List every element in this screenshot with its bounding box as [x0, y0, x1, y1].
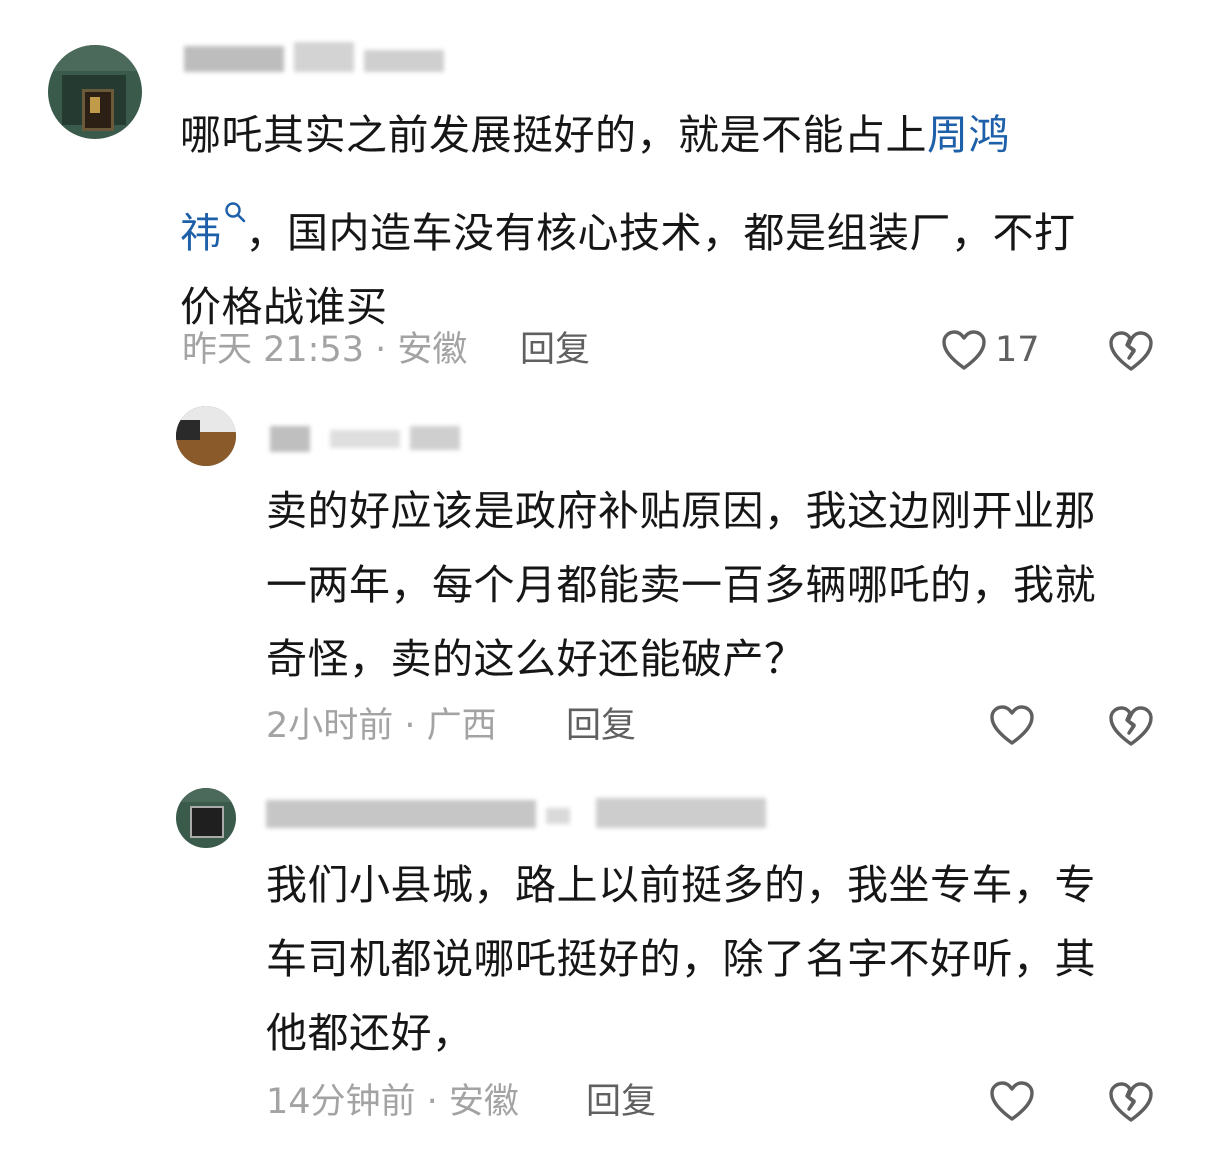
comment-2: 卖的好应该是政府补贴原因，我这边刚开业那 一两年，每个月都能卖一百多辆哪吒的，我…: [0, 390, 1206, 770]
mention-link[interactable]: 周鸿: [927, 111, 1010, 159]
comment-3: 我们小县城，路上以前挺多的，我坐专车，专 车司机都说哪吒挺好的，除了名字不好听，…: [0, 770, 1206, 1156]
comment-text-line: ，国内造车没有核心技术，都是组装厂，不打: [245, 209, 1076, 257]
username-blurred[interactable]: [266, 794, 776, 828]
avatar[interactable]: [176, 788, 236, 848]
broken-heart-icon[interactable]: [1107, 702, 1155, 750]
username-blurred[interactable]: [184, 40, 454, 74]
avatar-pixel: [48, 45, 142, 71]
avatar-pixel: [190, 806, 224, 838]
username-blurred[interactable]: [270, 420, 470, 454]
comment-text: 哪吒其实之前发展挺好的，就是不能占上周鸿 祎 ，国内造车没有核心技术，都是组装厂，…: [180, 98, 1076, 344]
avatar-pixel: [90, 97, 100, 113]
comment-1: 哪吒其实之前发展挺好的，就是不能占上周鸿 祎 ，国内造车没有核心技术，都是组装厂，…: [0, 0, 1206, 390]
comment-meta: 昨天 21:53 · 安徽: [182, 330, 468, 370]
heart-outline-icon[interactable]: [940, 327, 988, 375]
comment-text-line: 车司机都说哪吒挺好的，除了名字不好听，其: [266, 935, 1096, 983]
reply-button[interactable]: 回复: [566, 706, 636, 746]
like-count: 17: [995, 330, 1040, 370]
heart-outline-icon[interactable]: [988, 1078, 1036, 1126]
avatar[interactable]: [176, 406, 236, 466]
comment-text: 卖的好应该是政府补贴原因，我这边刚开业那 一两年，每个月都能卖一百多辆哪吒的，我…: [266, 474, 1096, 696]
comment-text-line: 一两年，每个月都能卖一百多辆哪吒的，我就: [266, 561, 1096, 609]
comment-meta: 2小时前 · 广西: [266, 706, 497, 746]
reply-button[interactable]: 回复: [586, 1082, 656, 1122]
avatar-pixel: [176, 788, 236, 802]
comment-text-line: 价格战谁买: [180, 283, 388, 331]
comment-text-line: 我们小县城，路上以前挺多的，我坐专车，专: [266, 861, 1096, 909]
comment-text-line: 哪吒其实之前发展挺好的，就是不能占上: [180, 111, 927, 159]
broken-heart-icon[interactable]: [1107, 1078, 1155, 1126]
reply-button[interactable]: 回复: [520, 330, 590, 370]
search-icon[interactable]: [224, 172, 246, 223]
comment-text: 我们小县城，路上以前挺多的，我坐专车，专 车司机都说哪吒挺好的，除了名字不好听，…: [266, 848, 1096, 1070]
avatar-pixel: [176, 420, 200, 440]
comment-text-line: 他都还好，: [266, 1009, 474, 1057]
heart-outline-icon[interactable]: [988, 702, 1036, 750]
broken-heart-icon[interactable]: [1107, 327, 1155, 375]
avatar[interactable]: [48, 45, 142, 139]
comment-text-line: 奇怪，卖的这么好还能破产？: [266, 635, 806, 683]
comment-meta: 14分钟前 · 安徽: [266, 1082, 519, 1122]
mention-link-tail[interactable]: 祎: [180, 209, 222, 257]
comment-text-line: 卖的好应该是政府补贴原因，我这边刚开业那: [266, 487, 1096, 535]
